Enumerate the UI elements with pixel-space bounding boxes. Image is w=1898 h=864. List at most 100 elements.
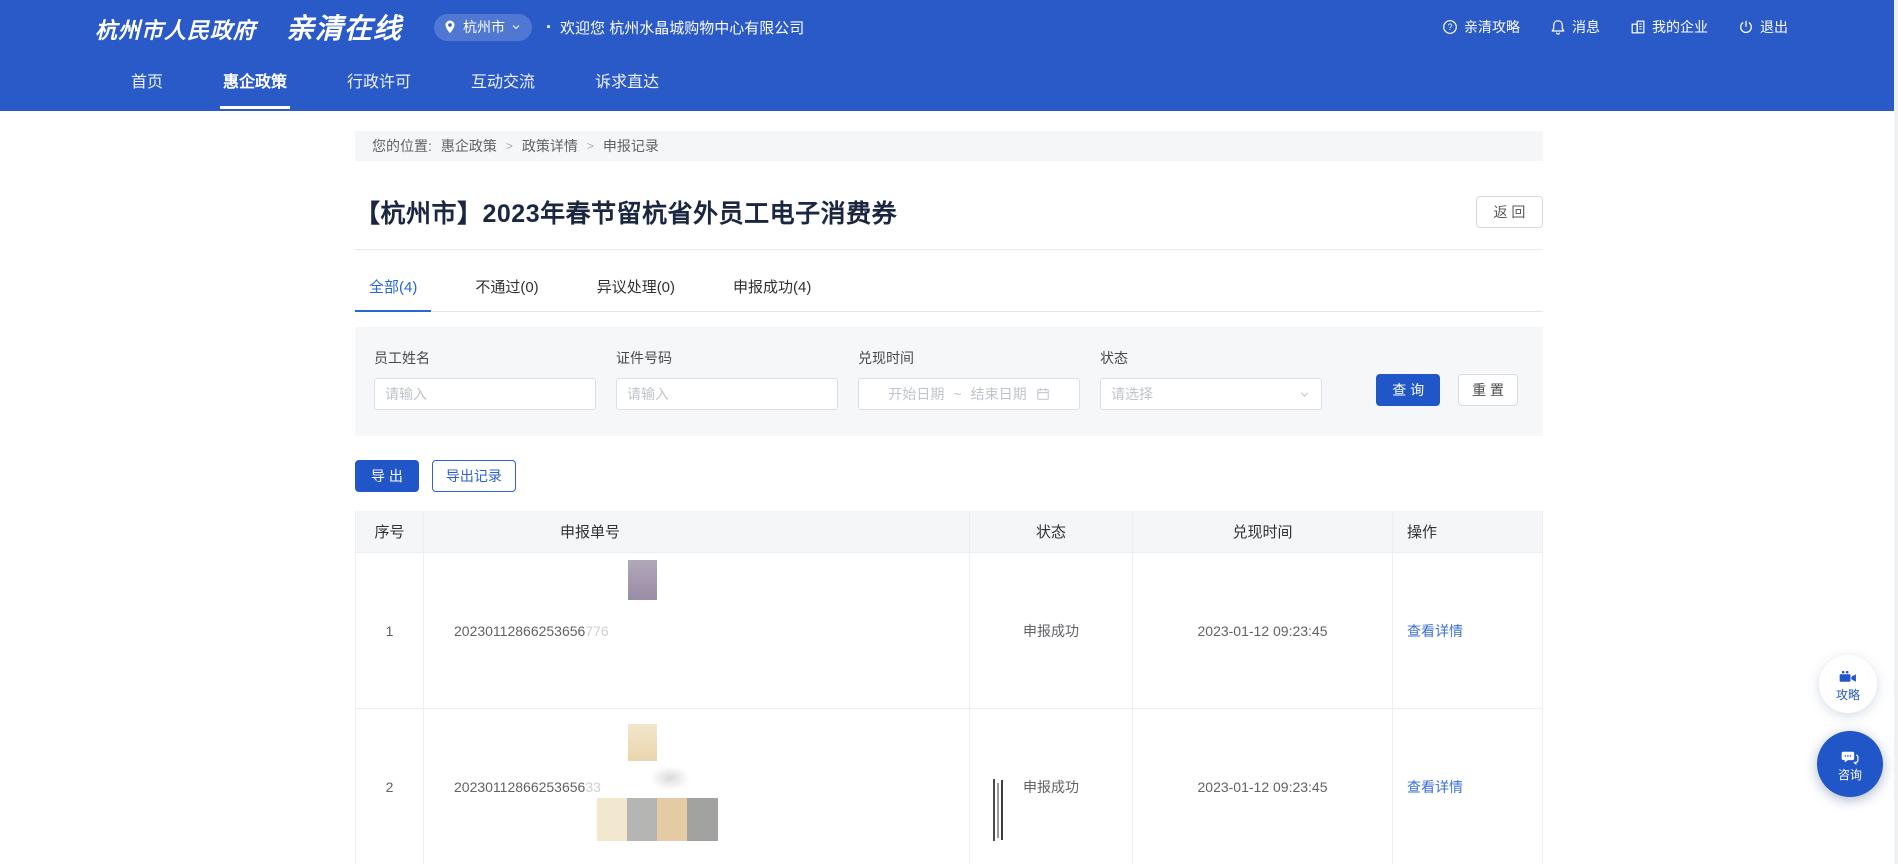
field-label: 兑现时间	[858, 348, 1080, 368]
col-header-index: 序号	[356, 511, 424, 552]
redaction-mark	[993, 779, 995, 841]
reset-button[interactable]: 重 置	[1458, 374, 1518, 406]
header-link-messages[interactable]: 消息	[1550, 17, 1600, 37]
search-button[interactable]: 查 询	[1376, 374, 1440, 406]
status-select-placeholder: 请选择	[1111, 384, 1153, 404]
main-nav: 首页 惠企政策 行政许可 互动交流 诉求直达	[0, 48, 1898, 111]
col-header-redeem-time: 兑现时间	[1133, 511, 1393, 552]
header-link-label: 亲清攻略	[1464, 17, 1520, 37]
app-no-faded-text: 33	[585, 779, 601, 795]
breadcrumb-item-policy[interactable]: 惠企政策	[441, 136, 497, 156]
id-number-input[interactable]	[616, 378, 838, 410]
redaction-mosaic	[657, 798, 687, 841]
cell-index: 1	[356, 553, 424, 708]
welcome-dot: ·	[546, 17, 552, 38]
app-no-text: 20230112866253656	[454, 623, 585, 639]
field-label: 状态	[1100, 348, 1322, 368]
table-row: 1 20230112866253656776 申报成功 2023-01-12 0…	[356, 553, 1542, 709]
date-range-input[interactable]: 开始日期 ~ 结束日期	[858, 378, 1080, 410]
field-status: 状态 请选择	[1100, 348, 1322, 436]
cell-action: 查看详情	[1393, 709, 1543, 864]
chat-icon	[1840, 748, 1860, 768]
guide-float-label: 攻略	[1836, 689, 1860, 701]
welcome-company: 欢迎您 杭州水晶城购物中心有限公司	[560, 17, 804, 38]
records-table: 序号 申报单号 状态 兑现时间 操作 1 2023011286625365677…	[355, 511, 1543, 864]
header-link-my-enterprise[interactable]: 我的企业	[1630, 17, 1708, 37]
export-log-button[interactable]: 导出记录	[432, 460, 516, 492]
date-range-separator: ~	[953, 386, 961, 402]
field-label: 证件号码	[616, 348, 838, 368]
app-no-faded-text: 776	[585, 623, 608, 639]
cell-redeem-time: 2023-01-12 09:23:45	[1133, 709, 1393, 864]
logo-gov-text: 杭州市人民政府	[95, 13, 256, 45]
header-link-label: 消息	[1572, 17, 1600, 37]
tab-objection[interactable]: 异议处理(0)	[583, 276, 689, 311]
question-circle-icon: ?	[1442, 19, 1458, 35]
breadcrumb-separator: >	[506, 139, 513, 153]
main-content: 您的位置: 惠企政策 > 政策详情 > 申报记录 【杭州市】2023年春节留杭省…	[355, 131, 1543, 864]
consult-float-button[interactable]: 咨询	[1817, 731, 1883, 797]
redaction-mosaic	[628, 560, 657, 600]
redaction-mark	[1001, 780, 1003, 840]
cell-redeem-time: 2023-01-12 09:23:45	[1133, 553, 1393, 708]
logo-brand-text: 亲清在线	[286, 7, 402, 47]
status-tabs: 全部(4) 不通过(0) 异议处理(0) 申报成功(4)	[355, 276, 1543, 312]
field-redeem-time: 兑现时间 开始日期 ~ 结束日期	[858, 348, 1080, 436]
top-header: 杭州市人民政府 亲清在线 杭州市 · 欢迎您 杭州水晶城购物中心有限公司 ? 亲…	[0, 0, 1898, 111]
status-select[interactable]: 请选择	[1100, 378, 1322, 410]
screen: 杭州市人民政府 亲清在线 杭州市 · 欢迎您 杭州水晶城购物中心有限公司 ? 亲…	[0, 0, 1898, 864]
filter-buttons: 查 询 重 置	[1376, 374, 1518, 436]
nav-item-appeal[interactable]: 诉求直达	[595, 48, 659, 111]
title-divider	[355, 249, 1543, 250]
cell-action: 查看详情	[1393, 553, 1543, 708]
title-row: 【杭州市】2023年春节留杭省外员工电子消费券 返 回	[355, 194, 1543, 230]
view-detail-link[interactable]: 查看详情	[1407, 777, 1463, 797]
breadcrumb-item-records[interactable]: 申报记录	[603, 136, 659, 156]
power-icon	[1738, 19, 1754, 35]
redaction-mosaic	[628, 724, 657, 761]
col-header-action: 操作	[1393, 511, 1543, 552]
cell-status: 申报成功	[970, 553, 1133, 708]
header-links: ? 亲清攻略 消息 我的企业 退出	[1442, 17, 1788, 37]
nav-item-enterprise-policy[interactable]: 惠企政策	[223, 48, 287, 111]
tab-rejected[interactable]: 不通过(0)	[461, 276, 552, 311]
bell-icon	[1550, 19, 1566, 35]
start-date-placeholder: 开始日期	[888, 384, 944, 404]
nav-item-home[interactable]: 首页	[131, 48, 163, 111]
redaction-mosaic	[597, 798, 627, 841]
header-top-row: 杭州市人民政府 亲清在线 杭州市 · 欢迎您 杭州水晶城购物中心有限公司 ? 亲…	[0, 0, 1898, 48]
app-no-text: 20230112866253656	[454, 779, 585, 795]
end-date-placeholder: 结束日期	[971, 384, 1027, 404]
table-header-row: 序号 申报单号 状态 兑现时间 操作	[356, 511, 1542, 553]
breadcrumb-item-policy-detail[interactable]: 政策详情	[522, 136, 578, 156]
employee-name-input[interactable]	[374, 378, 596, 410]
nav-item-interaction[interactable]: 互动交流	[471, 48, 535, 111]
header-link-logout[interactable]: 退出	[1738, 17, 1788, 37]
calendar-icon	[1036, 387, 1050, 401]
location-selector[interactable]: 杭州市	[434, 14, 532, 41]
guide-float-button[interactable]: 攻略	[1819, 655, 1877, 713]
header-link-guide[interactable]: ? 亲清攻略	[1442, 17, 1520, 37]
svg-text:?: ?	[1447, 22, 1452, 32]
video-camera-icon	[1838, 668, 1858, 688]
breadcrumb-separator: >	[587, 139, 594, 153]
building-icon	[1630, 19, 1646, 35]
back-button[interactable]: 返 回	[1476, 196, 1543, 228]
export-button[interactable]: 导 出	[355, 460, 419, 492]
tab-all[interactable]: 全部(4)	[355, 276, 431, 312]
redaction-mosaic	[650, 766, 690, 790]
tab-success[interactable]: 申报成功(4)	[719, 276, 825, 311]
cell-app-no: 20230112866253656776	[424, 553, 970, 708]
scrollbar-track[interactable]	[1894, 0, 1898, 864]
redaction-mosaic	[687, 798, 718, 841]
location-label: 杭州市	[463, 17, 505, 37]
col-header-status: 状态	[970, 511, 1133, 552]
field-label: 员工姓名	[374, 348, 596, 368]
location-pin-icon	[442, 19, 458, 35]
field-employee-name: 员工姓名	[374, 348, 596, 436]
view-detail-link[interactable]: 查看详情	[1407, 621, 1463, 641]
chevron-down-icon	[510, 21, 522, 33]
breadcrumb-prefix: 您的位置:	[372, 136, 432, 156]
nav-item-admin-permit[interactable]: 行政许可	[347, 48, 411, 111]
field-id-number: 证件号码	[616, 348, 838, 436]
